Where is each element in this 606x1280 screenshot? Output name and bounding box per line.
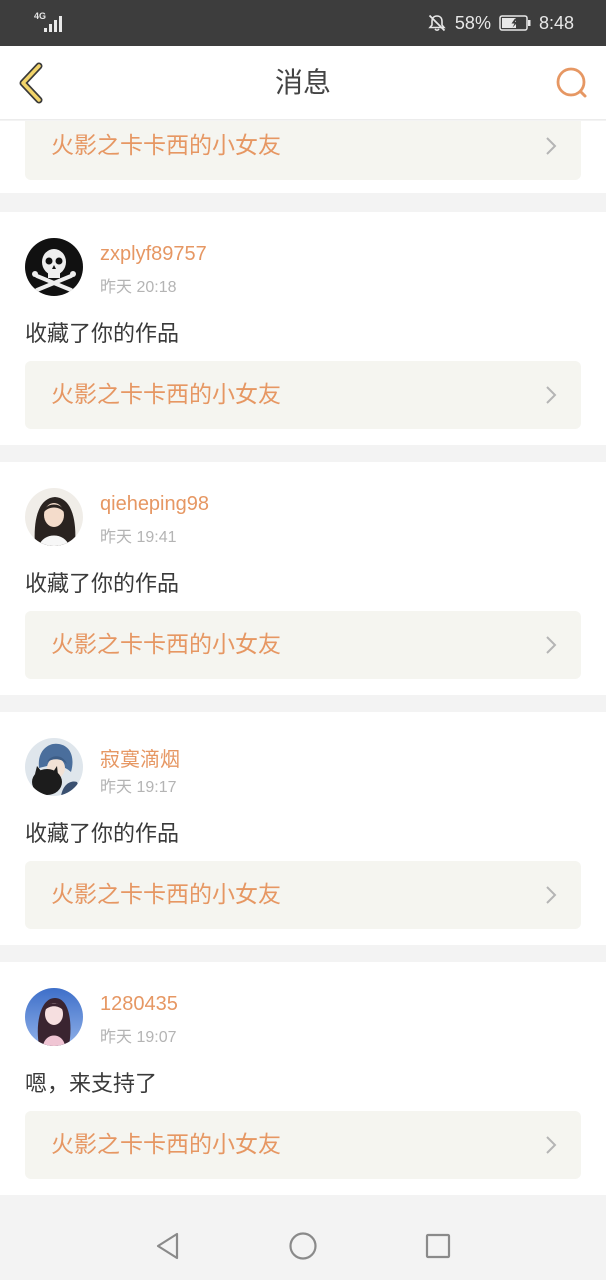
work-title: 火影之卡卡西的小女友 (51, 382, 281, 408)
work-link[interactable]: 火影之卡卡西的小女友 (25, 121, 581, 180)
work-title: 火影之卡卡西的小女友 (51, 133, 281, 159)
skull-avatar-icon (25, 238, 83, 296)
chevron-right-icon (546, 1136, 557, 1154)
chevron-right-icon (546, 886, 557, 904)
recents-square-icon (425, 1233, 451, 1259)
comment-text: 收藏了你的作品 (25, 572, 180, 597)
username[interactable]: zxplyf89757 (100, 243, 207, 266)
username[interactable]: 1280435 (100, 993, 178, 1016)
chevron-left-icon (19, 62, 43, 104)
message-card: qieheping98 昨天 19:41 收藏了你的作品 火影之卡卡西的小女友 (0, 462, 606, 695)
message-card: 寂寞滴烟 昨天 19:17 收藏了你的作品 火影之卡卡西的小女友 (0, 712, 606, 945)
avatar[interactable] (25, 738, 83, 796)
avatar[interactable] (25, 488, 83, 546)
battery-charging-icon (499, 15, 531, 31)
nav-bar: 消息 (0, 46, 606, 120)
comment-text: 收藏了你的作品 (25, 322, 180, 347)
work-link[interactable]: 火影之卡卡西的小女友 (25, 361, 581, 429)
search-button[interactable] (552, 63, 592, 103)
work-title: 火影之卡卡西的小女友 (51, 882, 281, 908)
message-list[interactable]: 火影之卡卡西的小女友 zxplyf89757 昨天 20:18 收藏了你的作品 (0, 121, 606, 1210)
girl-photo-avatar-icon (25, 488, 83, 546)
search-icon (556, 67, 587, 98)
status-bar: 4G 58% 8:48 (0, 0, 606, 46)
back-triangle-icon (156, 1232, 179, 1260)
back-button[interactable] (14, 60, 54, 106)
avatar[interactable] (25, 988, 83, 1046)
work-title: 火影之卡卡西的小女友 (51, 632, 281, 658)
comment-text: 收藏了你的作品 (25, 822, 180, 847)
work-link[interactable]: 火影之卡卡西的小女友 (25, 861, 581, 929)
work-title: 火影之卡卡西的小女友 (51, 1132, 281, 1158)
system-recents-button[interactable] (422, 1230, 454, 1262)
work-link[interactable]: 火影之卡卡西的小女友 (25, 1111, 581, 1179)
timestamp: 昨天 20:18 (100, 279, 177, 296)
chevron-right-icon (546, 137, 557, 155)
message-card: 1280435 昨天 19:07 嗯，来支持了 火影之卡卡西的小女友 (0, 962, 606, 1195)
home-circle-icon (289, 1232, 317, 1260)
message-card: 火影之卡卡西的小女友 (0, 121, 606, 193)
page-title: 消息 (274, 66, 331, 99)
timestamp: 昨天 19:17 (100, 779, 177, 796)
message-card: zxplyf89757 昨天 20:18 收藏了你的作品 火影之卡卡西的小女友 (0, 212, 606, 445)
system-nav-bar (0, 1210, 606, 1280)
anime-boy-cat-avatar-icon (25, 738, 83, 796)
battery-percent: 58% (454, 12, 491, 33)
signal-icon: 4G (34, 11, 66, 33)
timestamp: 昨天 19:07 (100, 1029, 177, 1046)
timestamp: 昨天 19:41 (100, 529, 177, 546)
anime-girl-avatar-icon (25, 988, 83, 1046)
username[interactable]: qieheping98 (100, 493, 209, 516)
username[interactable]: 寂寞滴烟 (100, 743, 180, 772)
chevron-right-icon (546, 386, 557, 404)
system-home-button[interactable] (287, 1230, 319, 1262)
system-back-button[interactable] (152, 1230, 184, 1262)
work-link[interactable]: 火影之卡卡西的小女友 (25, 611, 581, 679)
clock: 8:48 (538, 12, 574, 33)
comment-text: 嗯，来支持了 (25, 1072, 158, 1097)
mute-icon (427, 13, 447, 33)
avatar[interactable] (25, 238, 83, 296)
chevron-right-icon (546, 636, 557, 654)
